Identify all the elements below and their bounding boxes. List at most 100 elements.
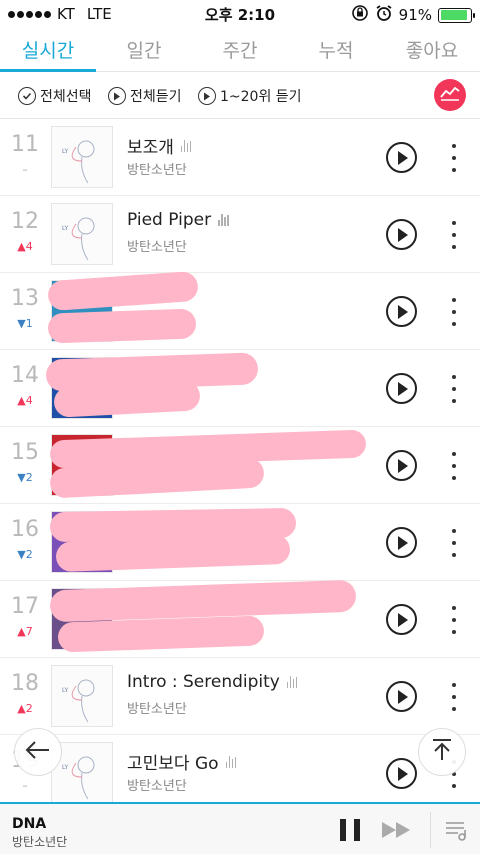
redaction-mark xyxy=(53,380,201,418)
more-options-button[interactable] xyxy=(446,529,462,557)
redaction-mark xyxy=(57,615,265,653)
redaction-mark xyxy=(47,270,199,312)
check-circle-icon xyxy=(18,87,36,105)
play-button[interactable] xyxy=(386,373,417,404)
play-circle-icon xyxy=(198,87,216,105)
back-button[interactable] xyxy=(14,728,62,776)
back-arrow-icon xyxy=(25,740,51,764)
alarm-icon xyxy=(375,4,393,26)
play-button[interactable] xyxy=(386,219,417,250)
album-art[interactable]: LY xyxy=(51,203,113,265)
track-artist: 방탄소년단 xyxy=(127,779,187,794)
rank-change: ▼2 xyxy=(17,548,33,561)
more-options-button[interactable] xyxy=(446,606,462,634)
pause-button[interactable] xyxy=(340,819,360,841)
chart-line-icon xyxy=(440,85,460,105)
track-artist: 방탄소년단 xyxy=(127,240,187,255)
more-options-button[interactable] xyxy=(446,221,462,249)
tab-likes[interactable]: 좋아요 xyxy=(384,36,480,63)
rank-change: – xyxy=(22,779,28,792)
mini-player[interactable]: DNA 방탄소년단 xyxy=(0,802,480,854)
svg-text:LY: LY xyxy=(62,764,69,771)
scroll-top-icon xyxy=(431,738,453,766)
chart-tabs: 실시간 일간 주간 누적 좋아요 xyxy=(0,28,480,72)
next-button[interactable] xyxy=(382,822,410,838)
rank-number: 15 xyxy=(11,440,39,465)
rank-change: ▼2 xyxy=(17,471,33,484)
track-list: 11 – LY 보조개 방탄소년단 12 ▲4 LY Pied Piper 방탄… xyxy=(0,119,480,812)
track-title: 보조개 xyxy=(127,133,192,158)
battery-percent: 91% xyxy=(398,6,432,24)
rank-number: 17 xyxy=(11,594,39,619)
select-all-button[interactable]: 전체선택 xyxy=(18,86,92,106)
scroll-top-button[interactable] xyxy=(418,728,466,776)
rank-change: – xyxy=(22,163,28,176)
more-options-button[interactable] xyxy=(446,144,462,172)
action-bar: 전체선택 전체듣기 1~20위 듣기 xyxy=(0,73,480,119)
track-artist: 방탄소년단 xyxy=(127,702,187,717)
play-top-label: 1~20위 듣기 xyxy=(220,89,302,105)
status-right: 91% xyxy=(351,4,475,26)
status-bar: KT LTE 오후 2:10 91% xyxy=(0,0,480,28)
track-artist: 방탄소년단 xyxy=(127,163,187,178)
player-divider xyxy=(430,812,431,848)
album-art[interactable]: LY xyxy=(51,126,113,188)
track-title-text: 보조개 xyxy=(127,138,174,158)
redaction-mark xyxy=(47,308,197,344)
play-button[interactable] xyxy=(386,142,417,173)
rank-change: ▲2 xyxy=(17,702,33,715)
equalizer-icon xyxy=(286,676,298,688)
play-button[interactable] xyxy=(386,450,417,481)
more-options-button[interactable] xyxy=(446,683,462,711)
redaction-mark xyxy=(49,579,357,623)
now-playing-artist: 방탄소년단 xyxy=(12,835,68,849)
play-circle-icon xyxy=(108,87,126,105)
equalizer-icon xyxy=(218,214,229,226)
track-title-text: Intro : Serendipity xyxy=(127,672,280,692)
list-item[interactable]: 19 – LY 고민보다 Go 방탄소년단 xyxy=(0,735,480,812)
rank-change: ▲4 xyxy=(17,394,33,407)
track-title-text: Pied Piper xyxy=(127,210,212,230)
more-options-button[interactable] xyxy=(446,298,462,326)
rank-number: 12 xyxy=(11,209,39,234)
rank-change: ▲4 xyxy=(17,240,33,253)
tab-daily[interactable]: 일간 xyxy=(96,36,192,63)
play-all-button[interactable]: 전체듣기 xyxy=(108,86,182,106)
play-button[interactable] xyxy=(386,681,417,712)
playlist-icon xyxy=(444,822,468,846)
tab-realtime[interactable]: 실시간 xyxy=(0,36,96,63)
rank-number: 13 xyxy=(11,286,39,311)
more-options-button[interactable] xyxy=(446,375,462,403)
rotation-lock-icon xyxy=(351,4,369,26)
play-button[interactable] xyxy=(386,604,417,635)
rank-number: 11 xyxy=(11,132,39,157)
album-art[interactable]: LY xyxy=(51,665,113,727)
svg-text:LY: LY xyxy=(62,687,69,694)
play-top-button[interactable]: 1~20위 듣기 xyxy=(198,86,302,106)
chart-graph-button[interactable] xyxy=(434,79,466,111)
rank-change: ▲7 xyxy=(17,625,33,638)
play-button[interactable] xyxy=(386,296,417,327)
play-button[interactable] xyxy=(386,758,417,789)
track-title: 고민보다 Go xyxy=(127,749,237,774)
list-item[interactable]: 12 ▲4 LY Pied Piper 방탄소년단 xyxy=(0,196,480,273)
track-title: Intro : Serendipity xyxy=(127,672,298,692)
tab-weekly[interactable]: 주간 xyxy=(192,36,288,63)
list-item[interactable]: 18 ▲2 LY Intro : Serendipity 방탄소년단 xyxy=(0,658,480,735)
svg-text:LY: LY xyxy=(62,148,69,155)
track-title-text: 고민보다 Go xyxy=(127,754,219,774)
list-item[interactable]: 11 – LY 보조개 방탄소년단 xyxy=(0,119,480,196)
list-item[interactable]: 15 ▼2 xyxy=(0,427,480,504)
tab-cumulative[interactable]: 누적 xyxy=(288,36,384,63)
list-item[interactable]: 13 ▼1 xyxy=(0,270,480,350)
list-item[interactable]: 14 ▲4 xyxy=(0,350,480,427)
list-item[interactable]: 16 ▼2 xyxy=(0,504,480,581)
rank-number: 18 xyxy=(11,671,39,696)
playlist-button[interactable] xyxy=(444,818,468,842)
list-item[interactable]: 17 ▲7 xyxy=(0,579,480,658)
active-tab-indicator xyxy=(0,69,96,72)
more-options-button[interactable] xyxy=(446,452,462,480)
now-playing-title: DNA xyxy=(12,816,47,832)
play-button[interactable] xyxy=(386,527,417,558)
rank-change: ▼1 xyxy=(17,317,33,330)
